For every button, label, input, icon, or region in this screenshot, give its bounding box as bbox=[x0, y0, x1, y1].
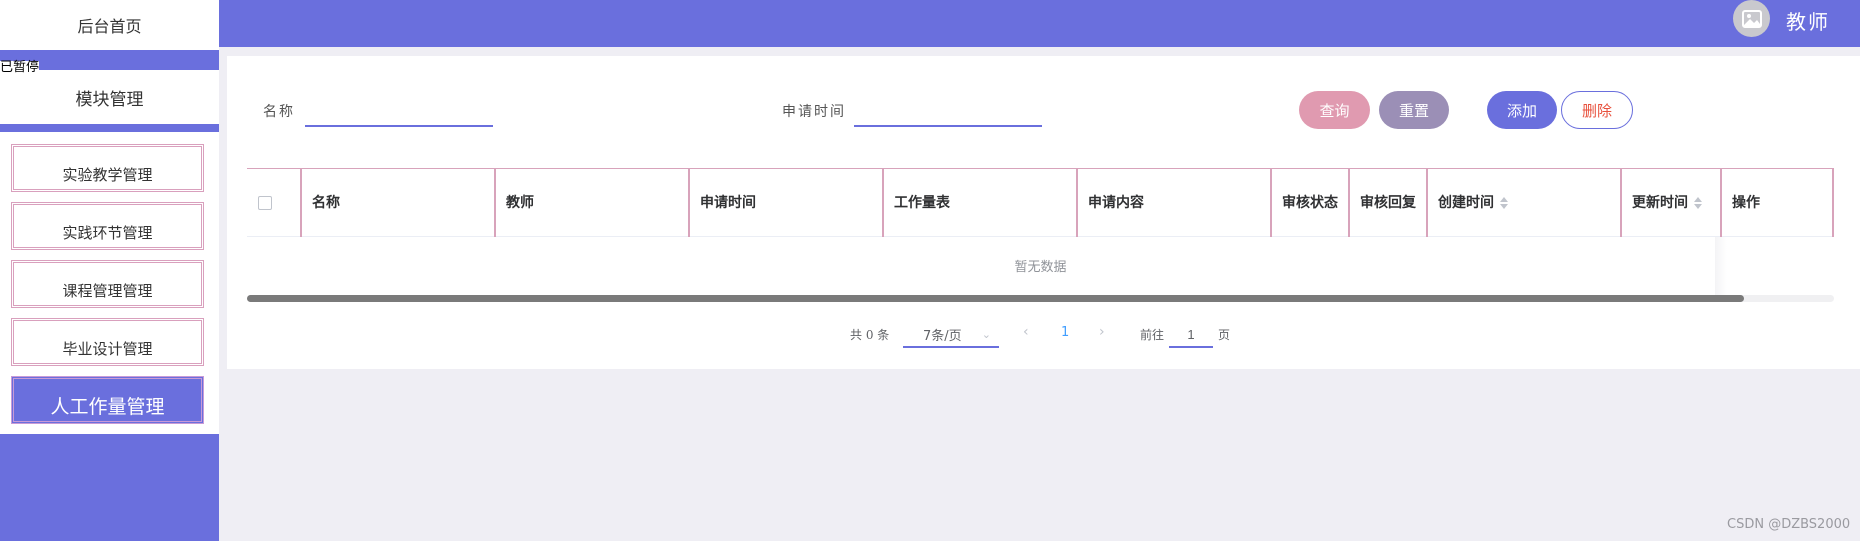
page-size-select[interactable]: 7条/页 ⌄ bbox=[903, 322, 999, 348]
sidebar-item-label: 实践环节管理 bbox=[62, 224, 153, 242]
fixed-column-shadow bbox=[1715, 237, 1834, 295]
prev-page-icon[interactable]: ‹ bbox=[1023, 324, 1029, 340]
avatar[interactable] bbox=[1733, 0, 1770, 37]
sidebar-item-practice[interactable]: 实践环节管理 bbox=[11, 202, 204, 250]
column-header-name: 名称 bbox=[300, 169, 494, 237]
pagination-total: 共 0 条 bbox=[850, 328, 890, 342]
column-header-apply-content: 申请内容 bbox=[1076, 169, 1270, 237]
column-header-workload-sheet: 工作量表 bbox=[882, 169, 1076, 237]
column-header-label: 创建时间 bbox=[1438, 194, 1494, 211]
table-empty-text: 暂无数据 bbox=[1014, 260, 1067, 275]
sidebar-home-label: 后台首页 bbox=[77, 17, 142, 36]
sidebar-module-label: 模块管理 bbox=[75, 89, 144, 110]
goto-label: 前往 bbox=[1140, 328, 1165, 342]
select-all-cell bbox=[247, 169, 300, 237]
sidebar-home-link[interactable]: 后台首页 bbox=[0, 0, 219, 50]
sidebar-item-label: 课程管理管理 bbox=[62, 282, 153, 300]
sidebar-item-label: 人工作量管理 bbox=[50, 396, 165, 418]
sidebar-item-label: 毕业设计管理 bbox=[62, 340, 153, 358]
sidebar-menu: 实验教学管理 实践环节管理 课程管理管理 毕业设计管理 人工作量管理 bbox=[0, 132, 219, 434]
sidebar-item-graduation-design[interactable]: 毕业设计管理 bbox=[11, 318, 204, 366]
horizontal-scrollbar[interactable] bbox=[247, 295, 1744, 302]
page-size-value: 7条/页 bbox=[923, 328, 962, 344]
table-header: 名称 教师 申请时间 工作量表 申请内容 审核状态 审核回复 创建时间 更新时间… bbox=[247, 168, 1834, 237]
sidebar: 后台首页 模块管理 已暂停 实验教学管理 实践环节管理 课程管理管理 毕业设计管… bbox=[0, 0, 219, 541]
sidebar-module-header[interactable]: 模块管理 bbox=[0, 70, 219, 124]
user-name[interactable]: 教师 bbox=[1786, 6, 1830, 35]
add-button[interactable]: 添加 bbox=[1487, 91, 1557, 129]
paused-indicator: 已暂停 bbox=[0, 60, 40, 75]
sidebar-item-experiment-teaching[interactable]: 实验教学管理 bbox=[11, 144, 204, 192]
apply-date-label: 申请时间 bbox=[782, 104, 846, 120]
apply-date-input[interactable] bbox=[854, 99, 1042, 127]
goto-page-input[interactable] bbox=[1169, 322, 1213, 348]
watermark: CSDN @DZBS2000 bbox=[1727, 517, 1851, 532]
sort-icon[interactable] bbox=[1500, 197, 1508, 209]
column-header-apply-date: 申请时间 bbox=[688, 169, 882, 237]
page-number-current[interactable]: 1 bbox=[1061, 325, 1069, 340]
column-header-created-time[interactable]: 创建时间 bbox=[1426, 169, 1620, 237]
column-header-label: 更新时间 bbox=[1632, 194, 1688, 211]
column-header-teacher: 教师 bbox=[494, 169, 688, 237]
sidebar-item-label: 实验教学管理 bbox=[62, 166, 153, 184]
delete-button[interactable]: 删除 bbox=[1561, 91, 1633, 129]
sidebar-item-course[interactable]: 课程管理管理 bbox=[11, 260, 204, 308]
column-header-review-status: 审核状态 bbox=[1270, 169, 1348, 237]
page-suffix-label: 页 bbox=[1218, 328, 1231, 342]
column-header-review-reply: 审核回复 bbox=[1348, 169, 1426, 237]
column-header-actions: 操作 bbox=[1720, 169, 1834, 237]
image-icon bbox=[1741, 9, 1762, 28]
next-page-icon[interactable]: › bbox=[1099, 324, 1105, 340]
reset-button[interactable]: 重置 bbox=[1379, 91, 1449, 129]
name-search-input[interactable] bbox=[305, 99, 493, 127]
sort-icon[interactable] bbox=[1694, 197, 1702, 209]
name-label: 名称 bbox=[263, 104, 295, 120]
query-button[interactable]: 查询 bbox=[1299, 91, 1370, 129]
column-header-updated-time[interactable]: 更新时间 bbox=[1620, 169, 1720, 237]
select-all-checkbox[interactable] bbox=[258, 196, 272, 210]
top-header bbox=[219, 0, 1860, 47]
chevron-down-icon: ⌄ bbox=[981, 328, 991, 341]
sidebar-item-workload[interactable]: 人工作量管理 bbox=[11, 376, 204, 424]
